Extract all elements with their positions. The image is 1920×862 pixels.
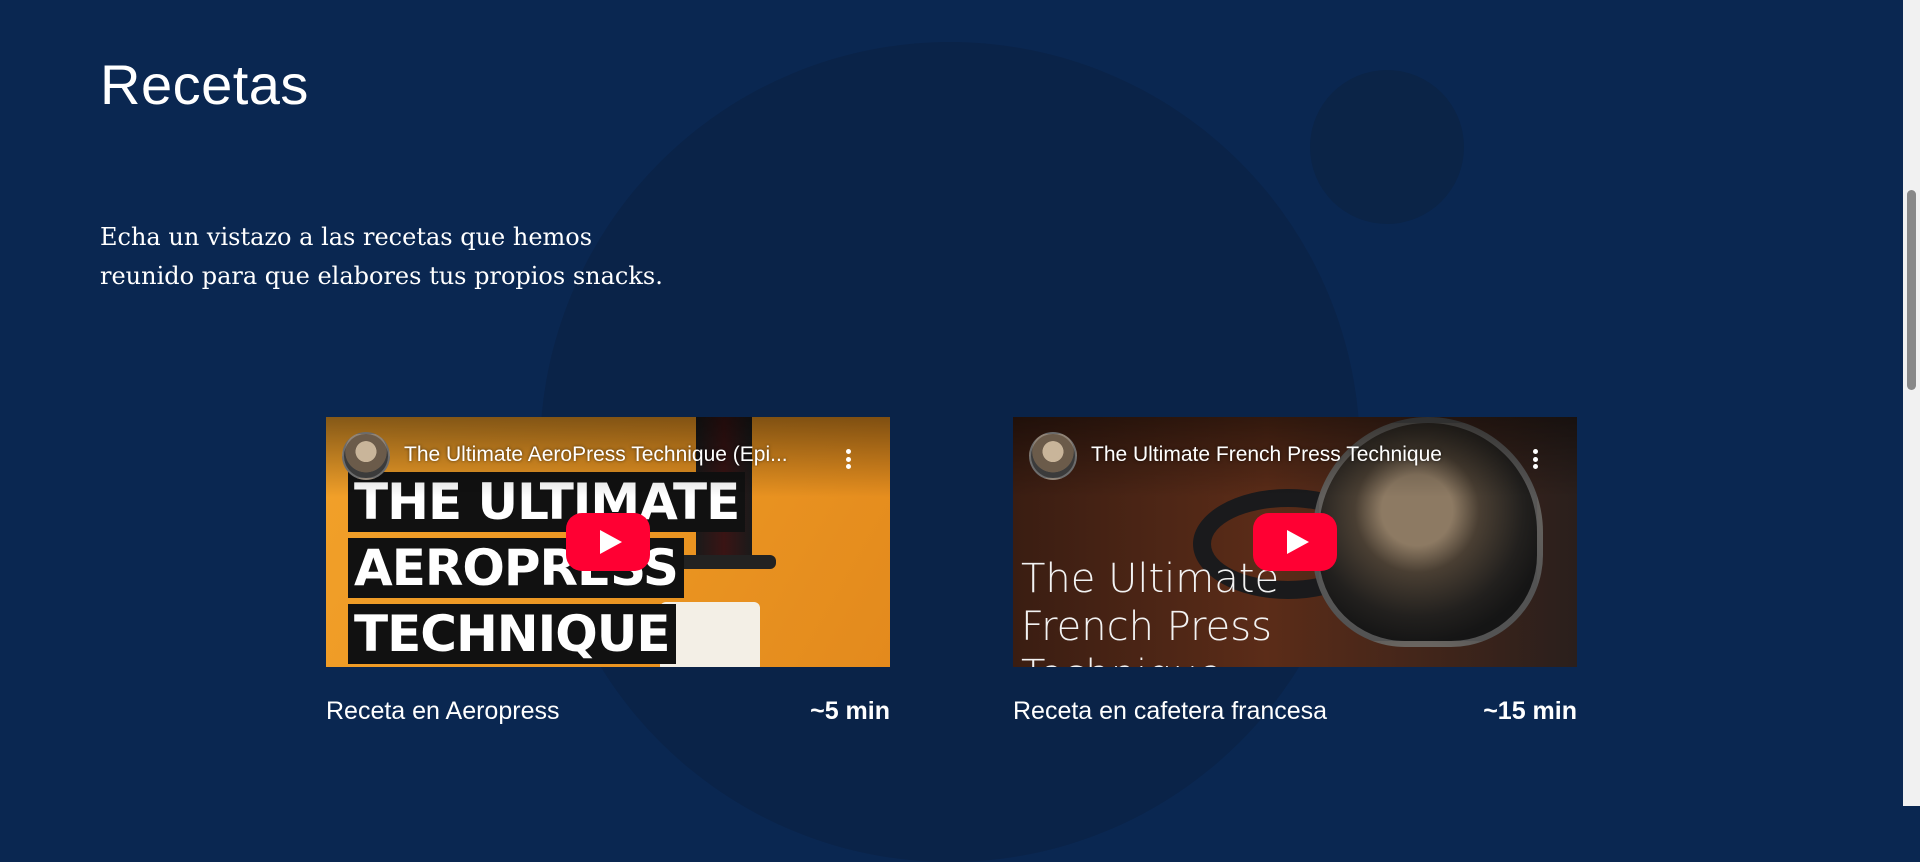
thumbnail-line-3: TECHNIQUE: [348, 604, 676, 664]
page-title: Recetas: [100, 53, 309, 116]
video-embed-french-press[interactable]: The Ultimate French Press Technique The …: [1013, 417, 1577, 667]
recipe-card-aeropress: THE ULTIMATE AEROPRESS TECHNIQUE The Ult…: [326, 417, 890, 726]
channel-avatar[interactable]: [342, 432, 390, 480]
channel-avatar[interactable]: [1029, 432, 1077, 480]
thumbnail-text: The Ultimate French Press Technique: [1021, 555, 1279, 667]
card-footer: Receta en cafetera francesa ~15 min: [1013, 697, 1577, 726]
video-embed-aeropress[interactable]: THE ULTIMATE AEROPRESS TECHNIQUE The Ult…: [326, 417, 890, 667]
thumbnail-text: THE ULTIMATE AEROPRESS TECHNIQUE: [348, 472, 746, 667]
recipe-time: ~15 min: [1483, 697, 1577, 725]
thumbnail-line-3: Technique: [1021, 651, 1279, 667]
thumbnail-line-1: The Ultimate: [1021, 556, 1280, 602]
intro-text: Echa un vistazo a las recetas que hemos …: [100, 218, 680, 296]
video-title[interactable]: The Ultimate AeroPress Technique (Epi...: [404, 443, 824, 467]
video-title[interactable]: The Ultimate French Press Technique: [1091, 443, 1511, 467]
recipe-time: ~5 min: [810, 697, 890, 725]
recipe-card-french-press: The Ultimate French Press Technique The …: [1013, 417, 1577, 726]
youtube-play-icon[interactable]: [566, 513, 650, 571]
intro-line-1: Echa un vistazo a las recetas que hemos: [100, 223, 593, 251]
recipe-name: Receta en Aeropress: [326, 697, 560, 725]
scrollbar-thumb[interactable]: [1907, 190, 1916, 390]
more-vertical-icon[interactable]: [1533, 449, 1539, 469]
page-scrollbar[interactable]: [1903, 0, 1920, 806]
intro-line-2: reunido para que elabores tus propios sn…: [100, 262, 663, 290]
card-footer: Receta en Aeropress ~5 min: [326, 697, 890, 726]
background-circle-small: [1310, 70, 1464, 224]
recipe-name: Receta en cafetera francesa: [1013, 697, 1328, 725]
thumbnail-line-2: French Press: [1021, 604, 1272, 650]
more-vertical-icon[interactable]: [846, 449, 852, 469]
youtube-play-icon[interactable]: [1253, 513, 1337, 571]
